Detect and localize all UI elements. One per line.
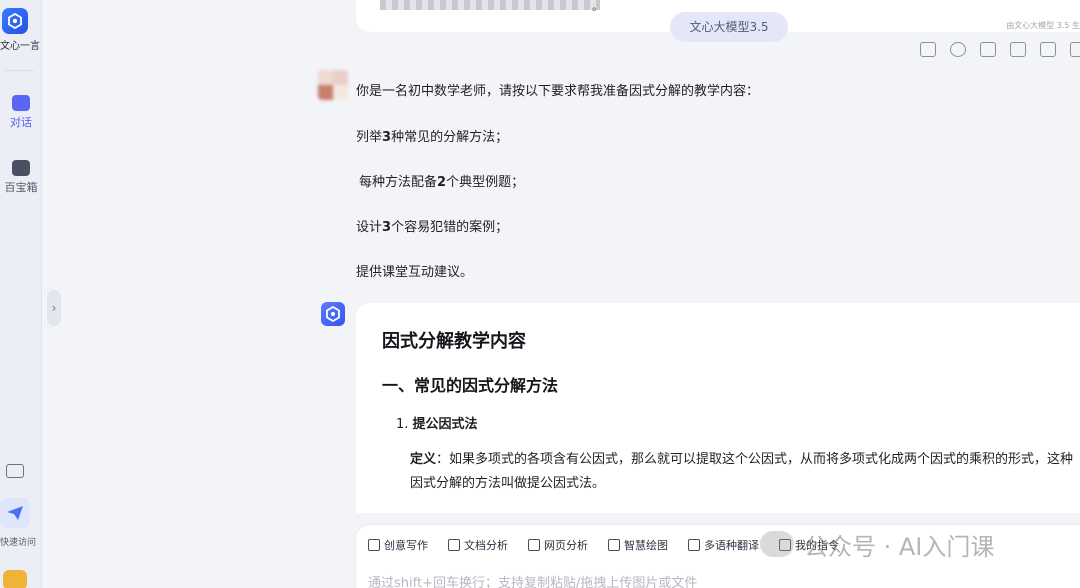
- tool-creative-writing[interactable]: 创意写作: [368, 537, 428, 553]
- copy-icon[interactable]: [1010, 42, 1026, 57]
- quick-access-label: 快速访问: [0, 538, 37, 548]
- share-icon[interactable]: [950, 42, 966, 57]
- blurred-text: [380, 0, 600, 10]
- brush-icon: [608, 539, 620, 551]
- user-message-line: 提供课堂互动建议。: [356, 265, 474, 280]
- chevron-right-icon: ›: [51, 301, 57, 315]
- sidebar-item-label: 百宝箱: [4, 181, 38, 194]
- sidebar-item-toolbox[interactable]: 百宝箱: [0, 160, 42, 195]
- sidebar-item-label: 对话: [10, 116, 32, 129]
- document-icon: [448, 539, 460, 551]
- toolbox-icon: [12, 160, 30, 176]
- answer-definition: 定义：如果多项式的各项含有公因式，那么就可以提取这个公因式，从而将多项式化成两个…: [410, 452, 1074, 491]
- webpage-icon: [528, 539, 540, 551]
- period-mark: 。: [592, 0, 603, 13]
- model-selector[interactable]: 文心大模型3.5: [670, 12, 788, 42]
- answer-title: 因式分解教学内容: [382, 331, 526, 352]
- sidebar-divider: [4, 70, 34, 71]
- brand-name: 文心一言: [0, 41, 40, 52]
- thumbs-up-icon[interactable]: [1040, 42, 1056, 57]
- tool-webpage-analysis[interactable]: 网页分析: [528, 537, 588, 553]
- tool-smart-drawing[interactable]: 智慧绘图: [608, 537, 668, 553]
- export-icon[interactable]: [920, 42, 936, 57]
- quick-access-button[interactable]: [0, 498, 30, 528]
- bot-avatar-icon: [321, 302, 345, 326]
- user-avatar: [318, 70, 348, 100]
- answer-section-heading: 一、常见的因式分解方法: [382, 376, 559, 395]
- translate-icon: [688, 539, 700, 551]
- tool-translation[interactable]: 多语种翻译: [688, 537, 759, 553]
- user-message-line: 你是一名初中数学老师，请按以下要求帮我准备因式分解的教学内容：: [356, 84, 760, 99]
- sidebar: 文心一言 对话 百宝箱 快速访问: [0, 0, 42, 588]
- markdown-icon[interactable]: [980, 42, 996, 57]
- user-message-line: 设计3个容易犯错的案例；: [356, 220, 509, 235]
- user-message-line: 每种方法配备2个典型例题；: [359, 175, 525, 190]
- chat-icon: [12, 95, 30, 111]
- answer-source-label: 由文心大模型 3.5 生成: [1006, 21, 1080, 30]
- watermark: 公众号 · AI入门课: [760, 528, 994, 561]
- vip-icon[interactable]: [3, 570, 27, 588]
- thumbs-down-icon[interactable]: [1070, 42, 1080, 57]
- expand-sidebar-button[interactable]: ›: [47, 290, 61, 326]
- user-message-line: 列举3种常见的分解方法；: [356, 130, 509, 145]
- answer-card: 因式分解教学内容 一、常见的因式分解方法 1. 提公因式法 定义：如果多项式的各…: [356, 303, 1080, 513]
- message-toolbar: [920, 42, 1080, 57]
- chat-input[interactable]: 通过shift+回车换行；支持复制粘贴/拖拽上传图片或文件: [368, 572, 697, 588]
- sidebar-item-chat[interactable]: 对话: [0, 95, 42, 130]
- tool-document-analysis[interactable]: 文档分析: [448, 537, 508, 553]
- brand-logo-icon[interactable]: [2, 8, 28, 34]
- wechat-icon: [760, 531, 794, 557]
- mail-icon[interactable]: [6, 464, 24, 478]
- pen-icon: [368, 539, 380, 551]
- answer-list-item: 1. 提公因式法: [396, 417, 478, 432]
